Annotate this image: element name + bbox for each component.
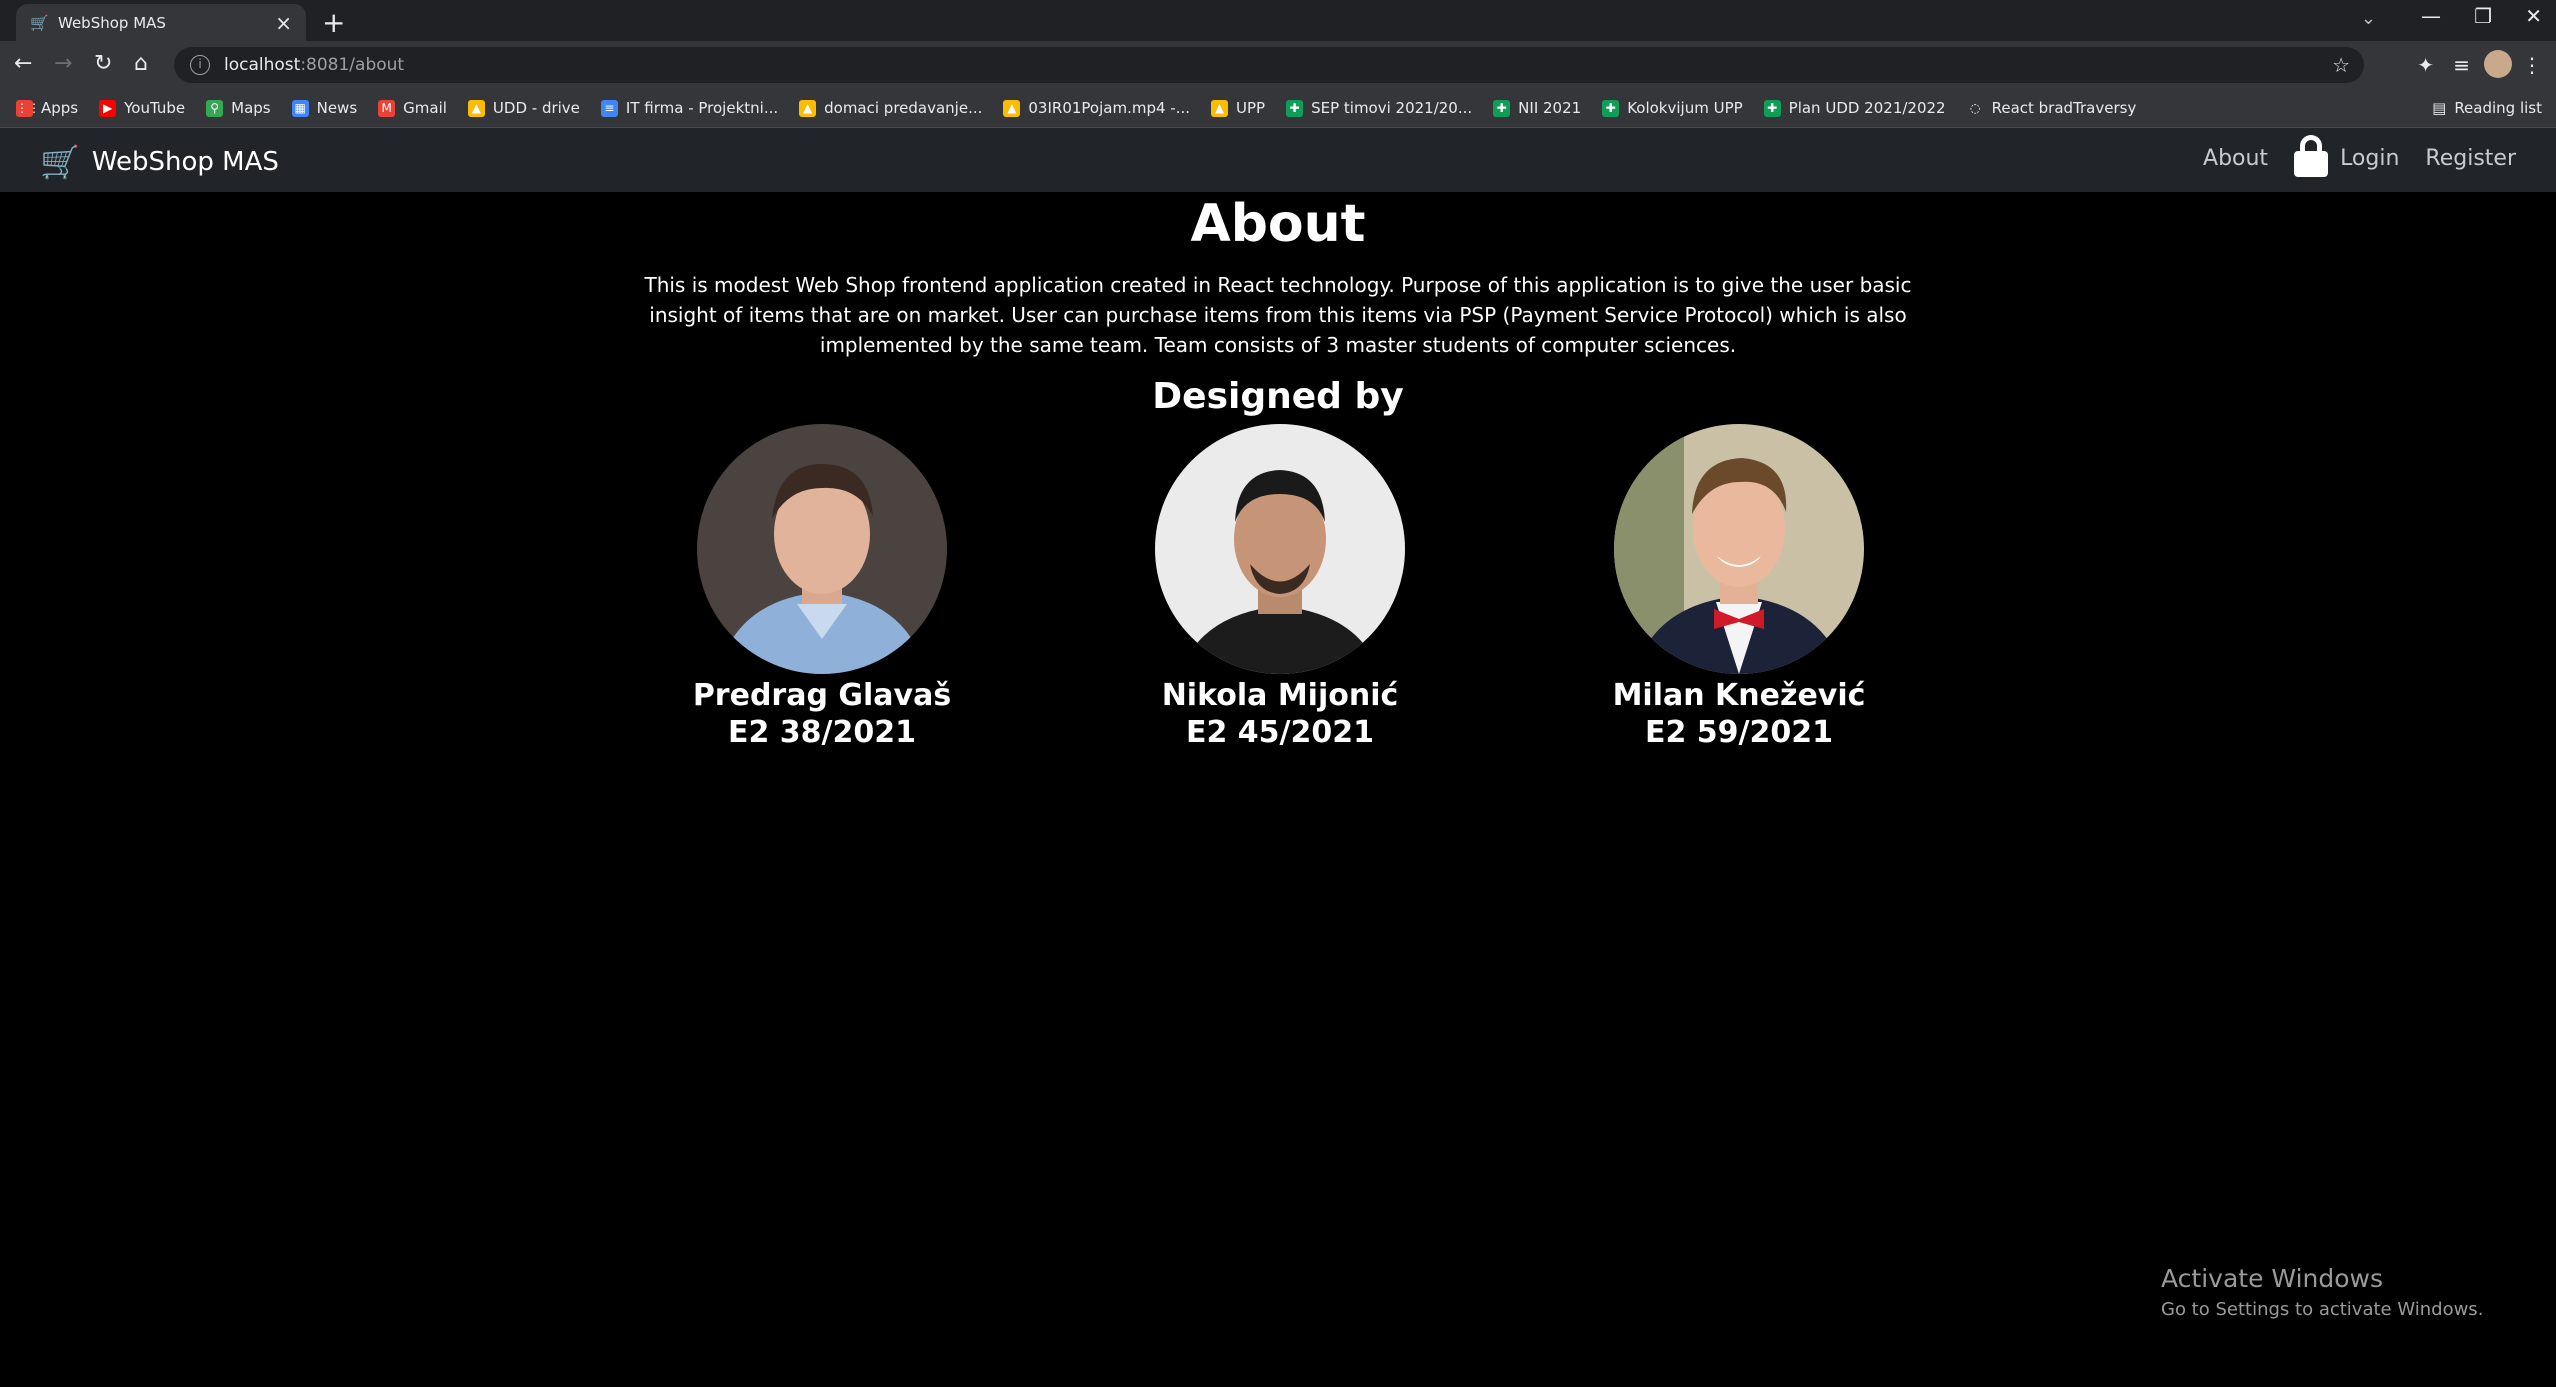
bookmark-label: React bradTraversy	[1991, 99, 2137, 117]
brand-name: WebShop MAS	[91, 147, 279, 177]
drive-icon: ▲	[1003, 99, 1021, 117]
member-photo	[1614, 424, 1864, 674]
bookmark-label: Apps	[41, 99, 79, 117]
cart-favicon-icon: 🛒	[30, 13, 49, 32]
site-info-icon[interactable]: i	[190, 55, 210, 75]
minimize-icon[interactable]: —	[2421, 4, 2441, 28]
sheets-icon: ✚	[1602, 99, 1620, 117]
back-icon[interactable]: ←	[14, 51, 32, 76]
tab-search-chevron-icon[interactable]: ⌄	[2361, 8, 2376, 29]
bookmark-item[interactable]: ✚ Kolokvijum UPP	[1602, 99, 1743, 117]
bookmark-label: SEP timovi 2021/20...	[1311, 99, 1473, 117]
home-icon[interactable]: ⌂	[134, 51, 148, 76]
bookmark-star-icon[interactable]: ☆	[2332, 53, 2350, 77]
member-index: E2 59/2021	[1644, 715, 1833, 750]
bookmark-item[interactable]: ≡ IT firma - Projektni...	[600, 99, 779, 117]
team-member-card: Milan Knežević E2 59/2021	[1589, 424, 1889, 750]
window-close-icon[interactable]: ✕	[2525, 4, 2542, 28]
lock-icon	[2294, 135, 2329, 177]
bookmark-label: UPP	[1236, 99, 1266, 117]
profile-avatar[interactable]	[2484, 50, 2512, 78]
bookmark-item[interactable]: ◌ React bradTraversy	[1966, 99, 2137, 117]
activate-windows-watermark: Activate Windows Go to Settings to activ…	[2161, 1264, 2484, 1320]
address-bar[interactable]: i localhost:8081/about ☆	[174, 47, 2364, 83]
gmail-icon: M	[378, 99, 396, 117]
member-photo	[697, 424, 947, 674]
bookmark-label: Plan UDD 2021/2022	[1788, 99, 1946, 117]
browser-tab[interactable]: 🛒 WebShop MAS ×	[16, 4, 306, 41]
apps-grid-icon: ⋮⋮	[16, 99, 40, 117]
bookmark-item[interactable]: ▶ YouTube	[99, 99, 185, 117]
bookmark-label: Kolokvijum UPP	[1627, 99, 1743, 117]
browser-tabstrip: 🛒 WebShop MAS × + ⌄ — ❐ ✕	[0, 0, 2556, 41]
browser-toolbar: ← → ↻ ⌂ i localhost:8081/about ☆ ✦ ≡ ⋮	[0, 41, 2556, 89]
bookmark-label: NII 2021	[1518, 99, 1582, 117]
restore-icon[interactable]: ❐	[2474, 4, 2492, 28]
shopping-cart-icon: 🛒	[40, 143, 80, 181]
forward-icon[interactable]: →	[54, 51, 72, 76]
url-text[interactable]: localhost:8081/about	[224, 55, 404, 75]
bookmark-label: YouTube	[124, 99, 186, 117]
team-member-card: Predrag Glavaš E2 38/2021	[672, 424, 972, 750]
member-index: E2 45/2021	[1185, 715, 1374, 750]
sheets-icon: ✚	[1493, 99, 1511, 117]
reading-list-icon: ▤	[2432, 99, 2447, 117]
tab-title: WebShop MAS	[58, 13, 166, 32]
member-name: Milan Knežević	[1612, 678, 1866, 713]
bookmark-label: UDD - drive	[492, 99, 580, 117]
bookmark-item[interactable]: ⋮⋮ Apps	[16, 99, 78, 117]
drive-icon: ▲	[467, 99, 485, 117]
bookmark-label: Maps	[231, 99, 271, 117]
bookmark-item[interactable]: ▦ News	[291, 99, 358, 117]
drive-icon: ▲	[799, 99, 817, 117]
app-navbar: 🛒 WebShop MAS About Login Register	[0, 128, 2556, 192]
brand-link[interactable]: 🛒 WebShop MAS	[40, 143, 279, 181]
member-index: E2 38/2021	[727, 715, 916, 750]
member-name: Predrag Glavaš	[692, 678, 952, 713]
extensions-icon[interactable]: ✦	[2417, 53, 2434, 77]
reading-list[interactable]: ▤ Reading list	[2432, 99, 2542, 117]
bookmark-item[interactable]: ✚ Plan UDD 2021/2022	[1763, 99, 1946, 117]
designed-by-heading: Designed by	[1152, 376, 1404, 417]
bookmark-item[interactable]: ▲ UPP	[1211, 99, 1265, 117]
docs-icon: ≡	[600, 99, 618, 117]
bookmark-item[interactable]: ▲ UDD - drive	[467, 99, 580, 117]
bookmark-label: 03IR01Pojam.mp4 -...	[1028, 99, 1190, 117]
news-icon: ▦	[291, 99, 309, 117]
about-description: This is modest Web Shop frontend applica…	[644, 273, 1912, 357]
sheets-icon: ✚	[1763, 99, 1781, 117]
media-queue-icon[interactable]: ≡	[2453, 53, 2470, 77]
sheets-icon: ✚	[1286, 99, 1304, 117]
youtube-icon: ▶	[99, 99, 117, 117]
new-tab-icon[interactable]: +	[322, 6, 345, 39]
bookmark-item[interactable]: M Gmail	[378, 99, 447, 117]
globe-icon: ◌	[1966, 99, 1984, 117]
reload-icon[interactable]: ↻	[94, 51, 112, 76]
member-photo	[1155, 424, 1405, 674]
bookmark-label: IT firma - Projektni...	[625, 99, 779, 117]
about-section: About This is modest Web Shop frontend a…	[0, 192, 2556, 417]
bookmark-label: News	[316, 99, 358, 117]
bookmark-item[interactable]: ▲ domaci predavanje...	[799, 99, 982, 117]
bookmarks-bar: ⋮⋮ Apps ▶ YouTube ⚲ Maps ▦ News M Gmail ▲ UDD - dri…	[0, 89, 2556, 128]
bookmark-item[interactable]: ✚ SEP timovi 2021/20...	[1286, 99, 1472, 117]
nav-about-link[interactable]: About	[2203, 146, 2268, 171]
bookmark-label: Gmail	[403, 99, 447, 117]
page-title: About	[1190, 194, 1366, 254]
bookmark-item[interactable]: ▲ 03IR01Pojam.mp4 -...	[1003, 99, 1190, 117]
close-tab-icon[interactable]: ×	[275, 11, 292, 35]
team-member-card: Nikola Mijonić E2 45/2021	[1130, 424, 1430, 750]
menu-kebab-icon[interactable]: ⋮	[2522, 53, 2542, 77]
nav-login-link[interactable]: Login	[2294, 135, 2399, 177]
bookmark-label: domaci predavanje...	[824, 99, 983, 117]
bookmark-item[interactable]: ✚ NII 2021	[1493, 99, 1581, 117]
nav-register-link[interactable]: Register	[2425, 146, 2516, 171]
member-name: Nikola Mijonić	[1161, 678, 1399, 713]
maps-pin-icon: ⚲	[206, 99, 224, 117]
bookmark-item[interactable]: ⚲ Maps	[206, 99, 271, 117]
drive-icon: ▲	[1211, 99, 1228, 117]
